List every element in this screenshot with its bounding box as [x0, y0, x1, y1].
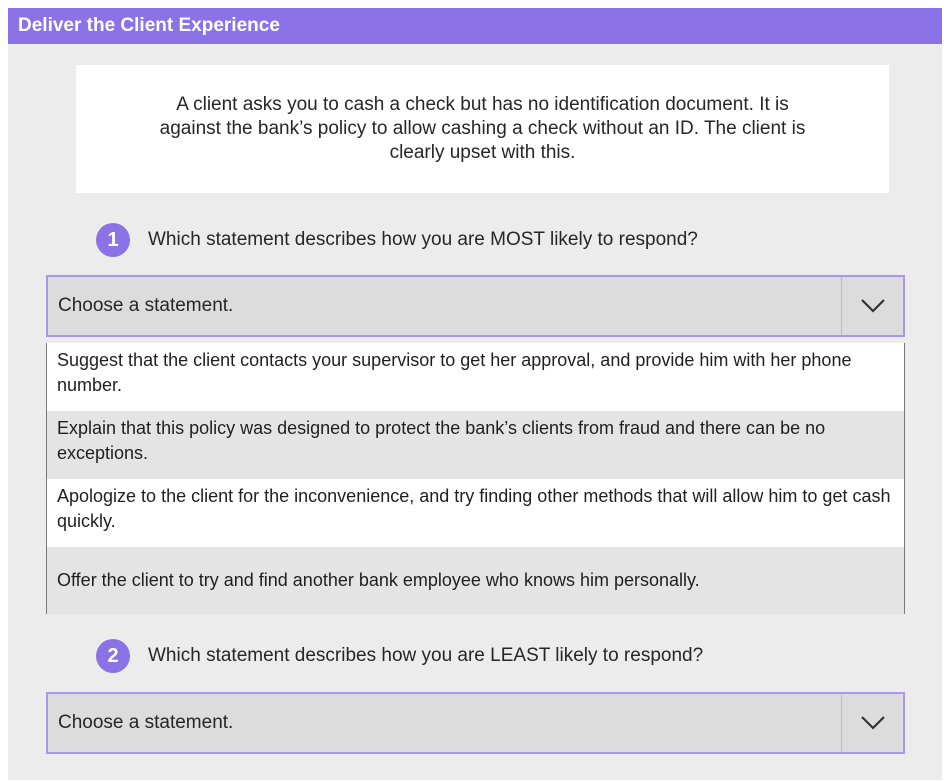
- question-text: Which statement describes how you are LE…: [148, 645, 704, 666]
- question-number-badge: 2: [96, 639, 130, 673]
- assessment-panel: Deliver the Client Experience A client a…: [8, 8, 942, 780]
- dropdown-options-list: Suggest that the client contacts your su…: [46, 343, 905, 614]
- chevron-down-icon: [860, 299, 885, 313]
- dropdown-option[interactable]: Offer the client to try and find another…: [47, 547, 904, 614]
- scenario-text: A client asks you to cash a check but ha…: [159, 94, 806, 163]
- question-2: 2 Which statement describes how you are …: [96, 638, 703, 674]
- question-1: 1 Which statement describes how you are …: [96, 222, 698, 258]
- dropdown-option[interactable]: Suggest that the client contacts your su…: [47, 343, 904, 411]
- dropdown-toggle-button[interactable]: [841, 277, 903, 335]
- dropdown-option[interactable]: Apologize to the client for the inconven…: [47, 479, 904, 547]
- chevron-down-icon: [860, 716, 885, 730]
- page-title: Deliver the Client Experience: [8, 8, 942, 44]
- question-text: Which statement describes how you are MO…: [148, 229, 698, 250]
- dropdown-toggle-button[interactable]: [841, 694, 903, 752]
- statement-select-most[interactable]: Choose a statement.: [46, 275, 905, 337]
- scenario-card: A client asks you to cash a check but ha…: [76, 65, 889, 193]
- dropdown-option-label: Offer the client to try and find another…: [57, 570, 700, 590]
- select-placeholder: Choose a statement.: [58, 712, 234, 733]
- select-placeholder: Choose a statement.: [58, 295, 234, 316]
- statement-select-least[interactable]: Choose a statement.: [46, 692, 905, 754]
- question-number-badge: 1: [96, 223, 130, 257]
- dropdown-option[interactable]: Explain that this policy was designed to…: [47, 411, 904, 479]
